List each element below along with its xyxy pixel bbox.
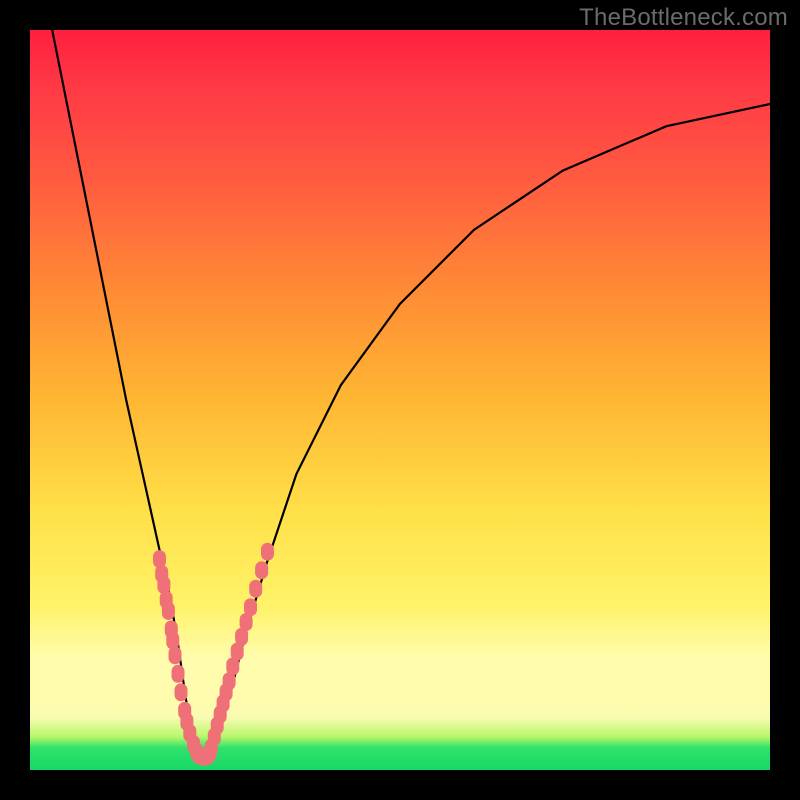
curve-layer xyxy=(52,30,770,755)
data-point xyxy=(261,543,274,561)
data-points-layer xyxy=(153,543,274,766)
data-point xyxy=(203,745,216,763)
bottleneck-curve xyxy=(52,30,770,755)
data-point xyxy=(255,561,268,579)
data-point xyxy=(169,646,182,664)
data-point xyxy=(162,602,175,620)
data-point xyxy=(244,598,257,616)
watermark-text: TheBottleneck.com xyxy=(579,4,788,32)
plot-area xyxy=(30,30,770,770)
data-point xyxy=(172,665,185,683)
data-point xyxy=(175,683,188,701)
chart-frame: TheBottleneck.com xyxy=(0,0,800,800)
data-point xyxy=(249,580,262,598)
chart-svg xyxy=(30,30,770,770)
